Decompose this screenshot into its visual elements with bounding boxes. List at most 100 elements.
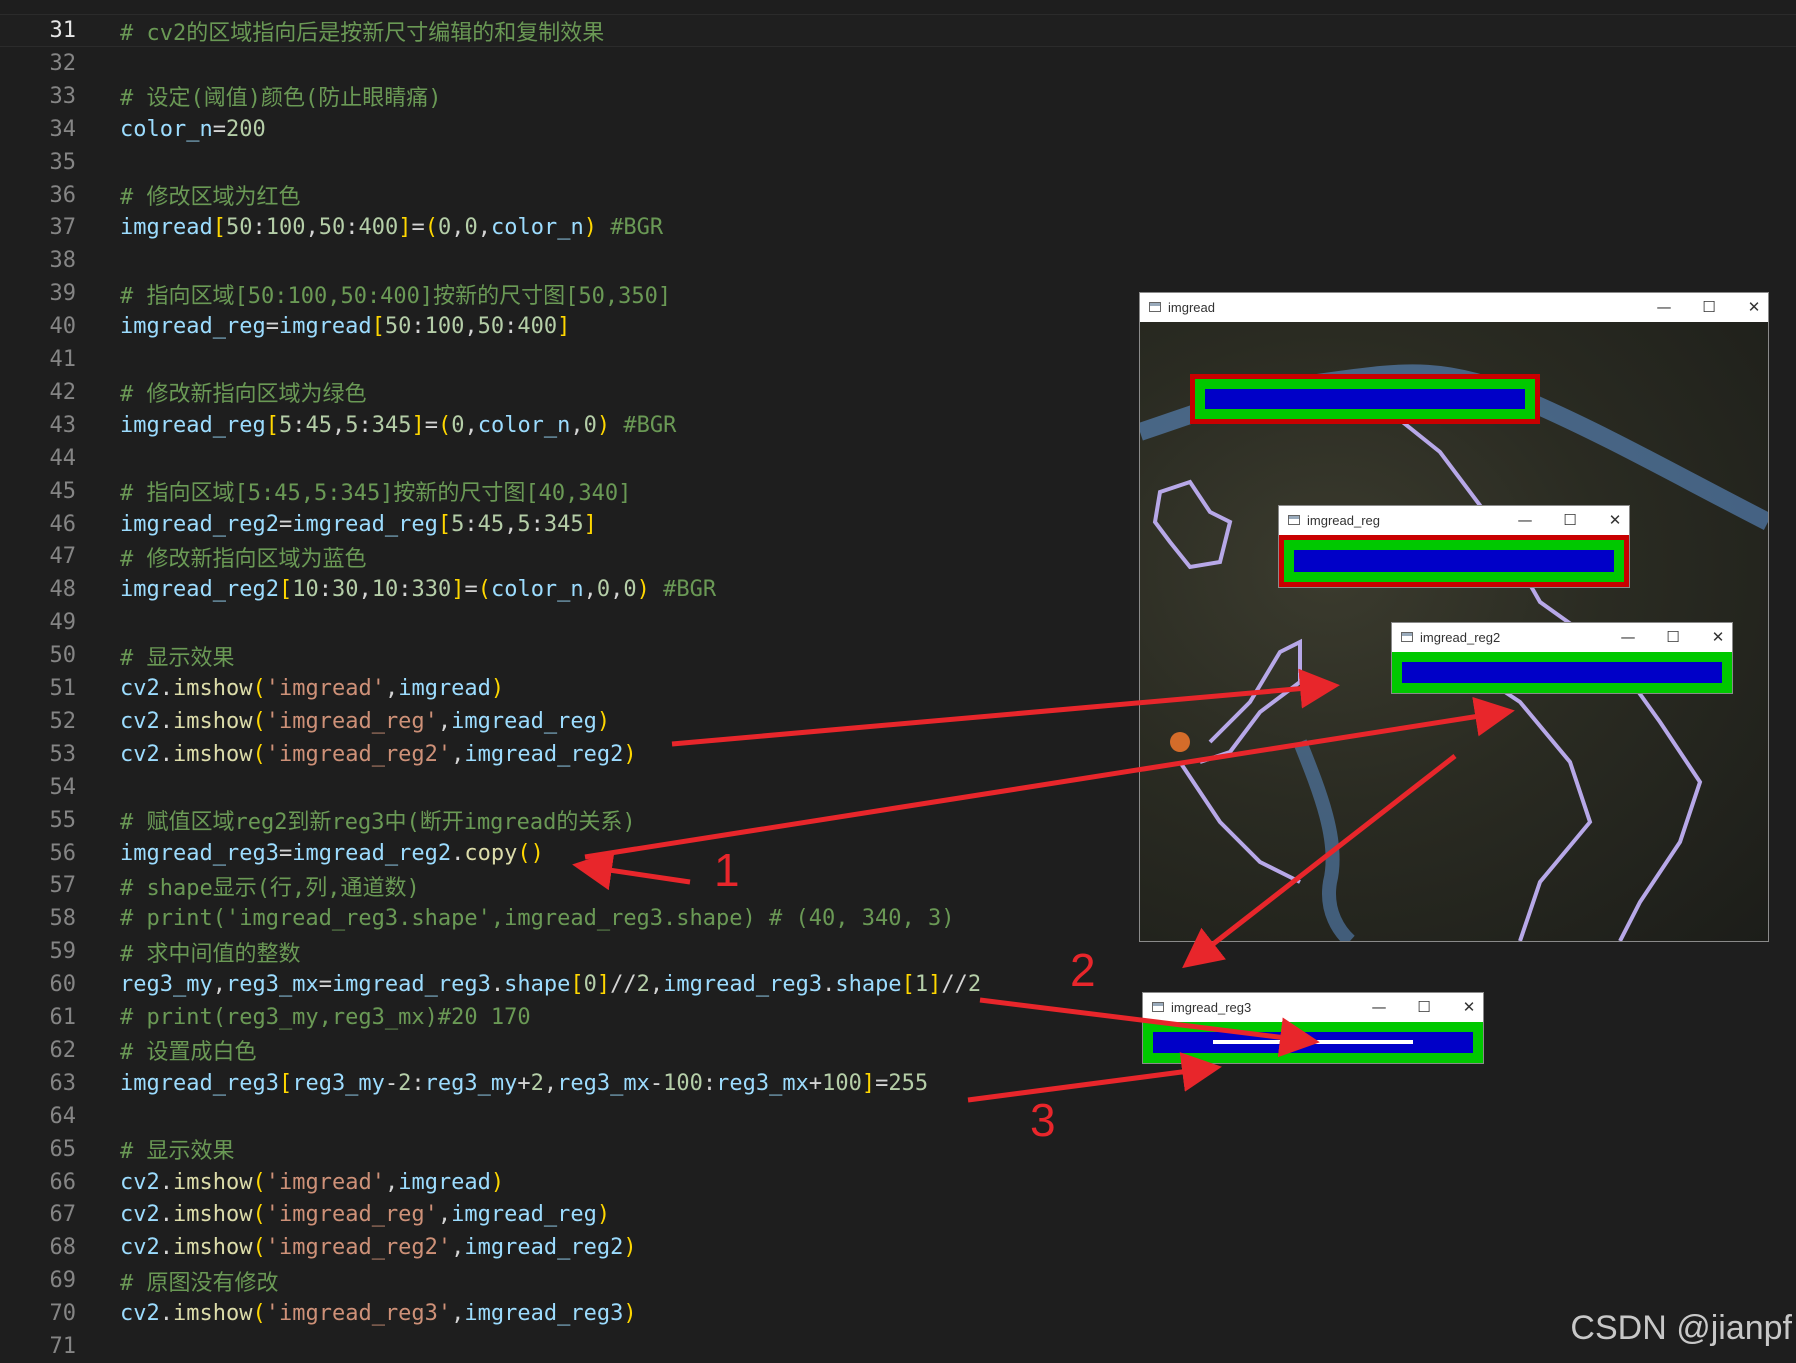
- imgread-titlebar[interactable]: imgread — ☐ ✕: [1140, 293, 1768, 322]
- line-number: 53: [49, 741, 77, 767]
- close-button[interactable]: ✕: [1706, 626, 1730, 648]
- code-line[interactable]: 34 color_n=200: [0, 113, 1796, 146]
- white-line: [1213, 1040, 1413, 1044]
- code-line[interactable]: 31 # cv2的区域指向后是按新尺寸编辑的和复制效果: [0, 14, 1796, 47]
- code-token: 100: [424, 314, 465, 340]
- minimize-button[interactable]: —: [1616, 626, 1640, 648]
- maximize-button[interactable]: ☐: [1412, 996, 1436, 1018]
- code-token: 100: [822, 1070, 862, 1096]
- code-line[interactable]: 67 cv2.imshow('imgread_reg',imgread_reg): [0, 1198, 1796, 1231]
- code-line[interactable]: 60 reg3_my,reg3_mx=imgread_reg3.shape[0]/…: [0, 968, 1796, 1001]
- imgread-reg3-titlebar[interactable]: imgread_reg3 — ☐ ✕: [1143, 993, 1483, 1022]
- close-button[interactable]: ✕: [1603, 509, 1627, 531]
- code-line[interactable]: 62 # 设置成白色: [0, 1034, 1796, 1067]
- code-token: //: [610, 972, 637, 998]
- code-token: #BGR: [623, 412, 677, 438]
- code-token: .: [451, 840, 465, 866]
- code-token: (: [252, 676, 266, 701]
- minimize-button[interactable]: —: [1367, 996, 1391, 1018]
- imgread-window[interactable]: imgread — ☐ ✕: [1140, 293, 1768, 941]
- code-token: 'imgread_reg3': [265, 1301, 452, 1327]
- code-line[interactable]: 35: [0, 146, 1796, 179]
- code-token: 'imgread': [265, 676, 385, 701]
- code-token: 5: [278, 412, 293, 438]
- code-text: # 原图没有修改: [120, 1265, 279, 1297]
- code-line[interactable]: 69 # 原图没有修改: [0, 1264, 1796, 1297]
- code-token: imgread_reg3: [663, 972, 823, 998]
- code-text: cv2.imshow('imgread',imgread): [120, 1170, 504, 1195]
- line-number: 64: [49, 1103, 77, 1129]
- maximize-button[interactable]: ☐: [1558, 509, 1582, 531]
- code-token: imgread_reg3: [120, 1070, 279, 1096]
- code-line[interactable]: 61 # print(reg3_my,reg3_mx)#20 170: [0, 1001, 1796, 1034]
- code-token: cv2: [120, 1202, 160, 1228]
- maximize-button[interactable]: ☐: [1697, 296, 1721, 318]
- code-line[interactable]: 65 # 显示效果: [0, 1133, 1796, 1166]
- code-line[interactable]: 64: [0, 1100, 1796, 1133]
- code-token: 2: [398, 1070, 412, 1096]
- code-token: imshow: [173, 1235, 253, 1261]
- code-token: [: [265, 412, 279, 438]
- code-token: imgread_reg: [451, 708, 597, 734]
- code-token: 2: [530, 1070, 544, 1096]
- code-text: # 修改新指向区域为绿色: [120, 376, 367, 408]
- code-line[interactable]: 63 imgread_reg3[reg3_my-2:reg3_my+2,reg3_…: [0, 1067, 1796, 1100]
- code-token: imgread_reg2: [120, 577, 279, 603]
- code-text: # 设定(阈值)颜色(防止眼睛痛): [120, 80, 441, 112]
- line-number: 40: [49, 314, 77, 340]
- code-token: 50: [225, 215, 253, 241]
- code-line[interactable]: 70 cv2.imshow('imgread_reg3',imgread_reg3…: [0, 1297, 1796, 1330]
- code-token: 5: [345, 412, 359, 438]
- line-number: 52: [49, 708, 77, 734]
- line-number: 31: [49, 18, 77, 43]
- imgread-reg-window[interactable]: imgread_reg — ☐ ✕: [1279, 506, 1629, 587]
- imgread-reg2-image: [1392, 652, 1732, 693]
- maximize-button[interactable]: ☐: [1661, 626, 1685, 648]
- code-token: 200: [225, 116, 266, 142]
- code-token: copy: [464, 840, 518, 866]
- imgread-reg-titlebar[interactable]: imgread_reg — ☐ ✕: [1279, 506, 1629, 535]
- window-title: imgread_reg3: [1171, 1000, 1252, 1015]
- line-number: 57: [49, 873, 77, 899]
- code-token: ): [583, 215, 597, 241]
- line-number: 35: [49, 149, 77, 175]
- code-line[interactable]: 36 # 修改区域为红色: [0, 179, 1796, 212]
- close-button[interactable]: ✕: [1742, 296, 1766, 318]
- window-app-icon: [1152, 1002, 1164, 1012]
- code-token: .: [159, 1235, 173, 1261]
- code-token: ): [596, 412, 611, 438]
- line-number: 32: [49, 50, 77, 76]
- code-text: # cv2的区域指向后是按新尺寸编辑的和复制效果: [120, 15, 604, 47]
- code-line[interactable]: 38: [0, 244, 1796, 277]
- code-token: 100: [663, 1070, 703, 1096]
- code-token: ,: [451, 741, 465, 767]
- code-line[interactable]: 32: [0, 47, 1796, 80]
- code-token: # shape显示(行,列,通道数): [120, 875, 420, 901]
- code-line[interactable]: 71: [0, 1330, 1796, 1363]
- code-token: 2: [967, 972, 982, 998]
- code-line[interactable]: 33 # 设定(阈值)颜色(防止眼睛痛): [0, 80, 1796, 113]
- code-token: =: [464, 577, 478, 603]
- code-text: cv2.imshow('imgread_reg2',imgread_reg2): [120, 1235, 637, 1260]
- imgread-reg3-window[interactable]: imgread_reg3 — ☐ ✕: [1143, 993, 1483, 1063]
- code-token: (: [252, 1235, 266, 1261]
- close-button[interactable]: ✕: [1457, 996, 1481, 1018]
- minimize-button[interactable]: —: [1652, 296, 1676, 318]
- green-region: [1195, 379, 1535, 419]
- code-token: :: [411, 1070, 425, 1096]
- line-number: 58: [49, 906, 77, 932]
- code-line[interactable]: 68 cv2.imshow('imgread_reg2',imgread_reg2…: [0, 1231, 1796, 1264]
- code-token: .: [159, 1202, 173, 1228]
- code-line[interactable]: 66 cv2.imshow('imgread',imgread): [0, 1166, 1796, 1199]
- imgread-reg2-window[interactable]: imgread_reg2 — ☐ ✕: [1392, 623, 1732, 693]
- imgread-reg2-titlebar[interactable]: imgread_reg2 — ☐ ✕: [1392, 623, 1732, 652]
- code-line[interactable]: 37 imgread[50:100,50:400]=(0,0,color_n) #…: [0, 211, 1796, 244]
- code-token: .: [159, 708, 173, 734]
- code-text: cv2.imshow('imgread_reg2',imgread_reg2): [120, 742, 637, 767]
- minimize-button[interactable]: —: [1513, 509, 1537, 531]
- blue-region: [1153, 1032, 1473, 1053]
- code-token: 255: [888, 1070, 929, 1096]
- code-token: ,: [504, 511, 518, 537]
- green-region: [1284, 540, 1624, 582]
